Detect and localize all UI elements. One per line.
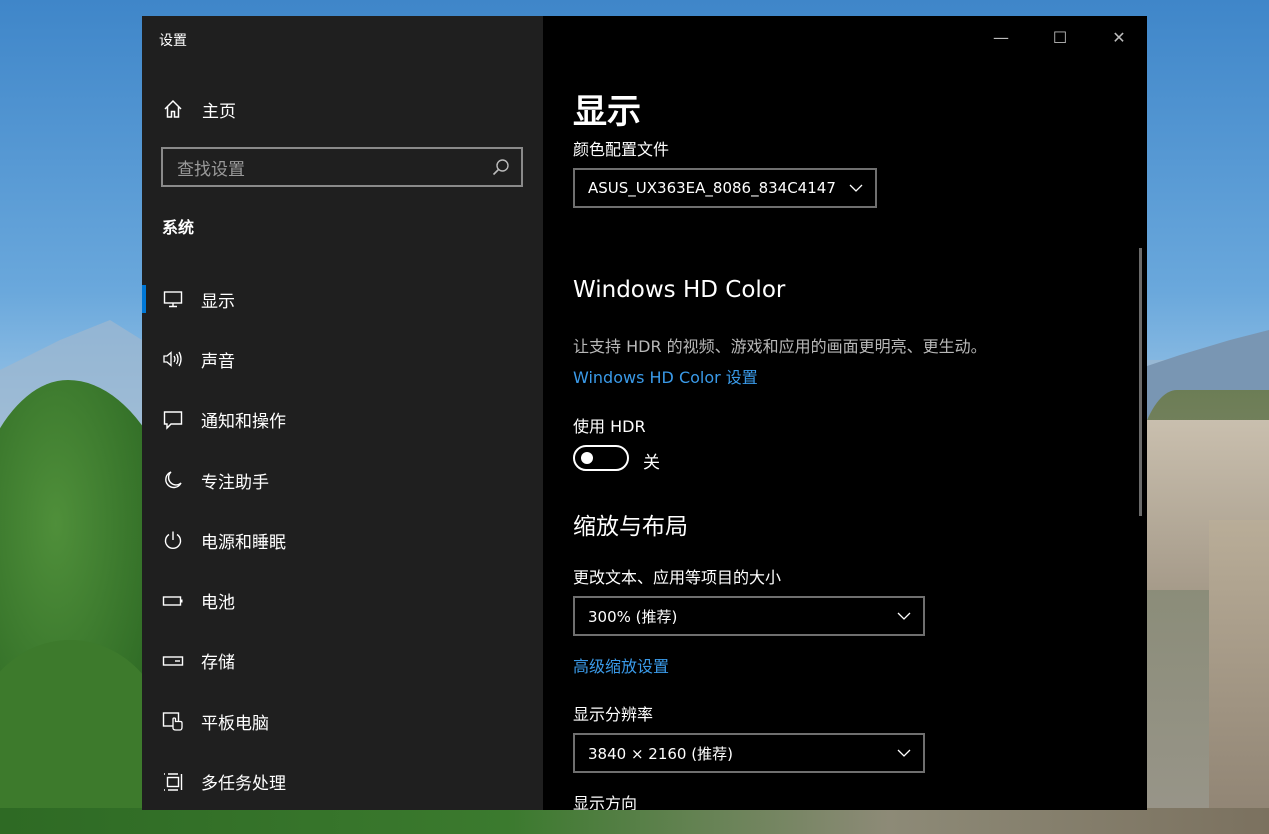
- resolution-select[interactable]: 3840 × 2160 (推荐): [573, 733, 925, 773]
- monitor-icon: [162, 288, 184, 310]
- chevron-down-icon: [893, 612, 915, 620]
- scale-size-label: 更改文本、应用等项目的大小: [573, 568, 782, 587]
- notification-icon: [162, 409, 184, 431]
- search-placeholder: 查找设置: [177, 159, 245, 180]
- sidebar-item-power-sleep[interactable]: 电源和睡眠: [142, 510, 543, 570]
- scrollbar[interactable]: [1139, 248, 1142, 516]
- scale-size-select[interactable]: 300% (推荐): [573, 596, 925, 636]
- page-title: 显示: [573, 92, 641, 132]
- hdr-toggle[interactable]: [573, 445, 629, 471]
- sidebar-item-label: 平板电脑: [201, 713, 269, 734]
- toggle-knob: [581, 452, 593, 464]
- sidebar-item-label: 多任务处理: [201, 774, 286, 795]
- speaker-icon: [162, 348, 184, 370]
- sidebar-item-label: 专注助手: [201, 472, 269, 493]
- main-content: 显示 颜色配置文件 ASUS_UX363EA_8086_834C4147 Win…: [573, 16, 1147, 810]
- settings-window: 设置 主页 查找设置 系统 显示 声音 通知和操作 专注助手 电源和睡眠 电池 …: [142, 16, 1147, 810]
- search-input[interactable]: 查找设置: [161, 147, 523, 187]
- home-icon: [162, 98, 184, 120]
- scale-layout-heading: 缩放与布局: [573, 514, 688, 540]
- hd-color-heading: Windows HD Color: [573, 277, 786, 303]
- sidebar-item-label: 电源和睡眠: [201, 532, 286, 553]
- power-icon: [162, 529, 184, 551]
- color-profile-select[interactable]: ASUS_UX363EA_8086_834C4147: [573, 168, 877, 208]
- multitasking-icon: [162, 771, 184, 793]
- scale-size-value: 300% (推荐): [588, 607, 678, 626]
- sidebar-item-focus-assist[interactable]: 专注助手: [142, 450, 543, 510]
- hd-color-description: 让支持 HDR 的视频、游戏和应用的画面更明亮、更生动。: [573, 337, 987, 356]
- resolution-label: 显示分辨率: [573, 705, 654, 724]
- battery-icon: [162, 590, 184, 612]
- storage-icon: [162, 650, 184, 672]
- sidebar-item-tablet[interactable]: 平板电脑: [142, 691, 543, 751]
- sidebar-item-display[interactable]: 显示: [142, 269, 543, 329]
- window-title: 设置: [159, 33, 187, 49]
- search-icon[interactable]: [489, 155, 513, 179]
- sidebar-item-label: 存储: [201, 653, 235, 674]
- chevron-down-icon: [845, 184, 867, 192]
- sidebar-nav: 显示 声音 通知和操作 专注助手 电源和睡眠 电池 存储 平板电脑 多任务处理: [142, 269, 543, 810]
- sidebar: 设置 主页 查找设置 系统 显示 声音 通知和操作 专注助手 电源和睡眠 电池 …: [142, 16, 543, 810]
- sidebar-item-multitasking[interactable]: 多任务处理: [142, 751, 543, 810]
- moon-icon: [162, 469, 184, 491]
- sidebar-item-label: 电池: [201, 593, 235, 614]
- sidebar-item-label: 通知和操作: [201, 412, 286, 433]
- resolution-value: 3840 × 2160 (推荐): [588, 744, 733, 763]
- sidebar-item-label: 声音: [201, 351, 235, 372]
- advanced-scaling-link[interactable]: 高级缩放设置: [573, 653, 669, 677]
- hd-color-settings-link[interactable]: Windows HD Color 设置: [573, 364, 758, 388]
- sidebar-item-label: 显示: [201, 291, 235, 312]
- color-profile-label: 颜色配置文件: [573, 140, 670, 159]
- home-label: 主页: [202, 101, 236, 122]
- orientation-label: 显示方向: [573, 794, 638, 810]
- tablet-icon: [162, 710, 184, 732]
- sidebar-item-battery[interactable]: 电池: [142, 570, 543, 630]
- home-nav-item[interactable]: 主页: [162, 96, 236, 122]
- sidebar-item-sound[interactable]: 声音: [142, 329, 543, 389]
- hdr-label: 使用 HDR: [573, 417, 646, 436]
- color-profile-value: ASUS_UX363EA_8086_834C4147: [588, 179, 836, 197]
- section-label-system: 系统: [162, 218, 195, 237]
- hdr-toggle-state: 关: [643, 453, 660, 473]
- sidebar-item-storage[interactable]: 存储: [142, 631, 543, 691]
- sidebar-item-notifications[interactable]: 通知和操作: [142, 390, 543, 450]
- chevron-down-icon: [893, 749, 915, 757]
